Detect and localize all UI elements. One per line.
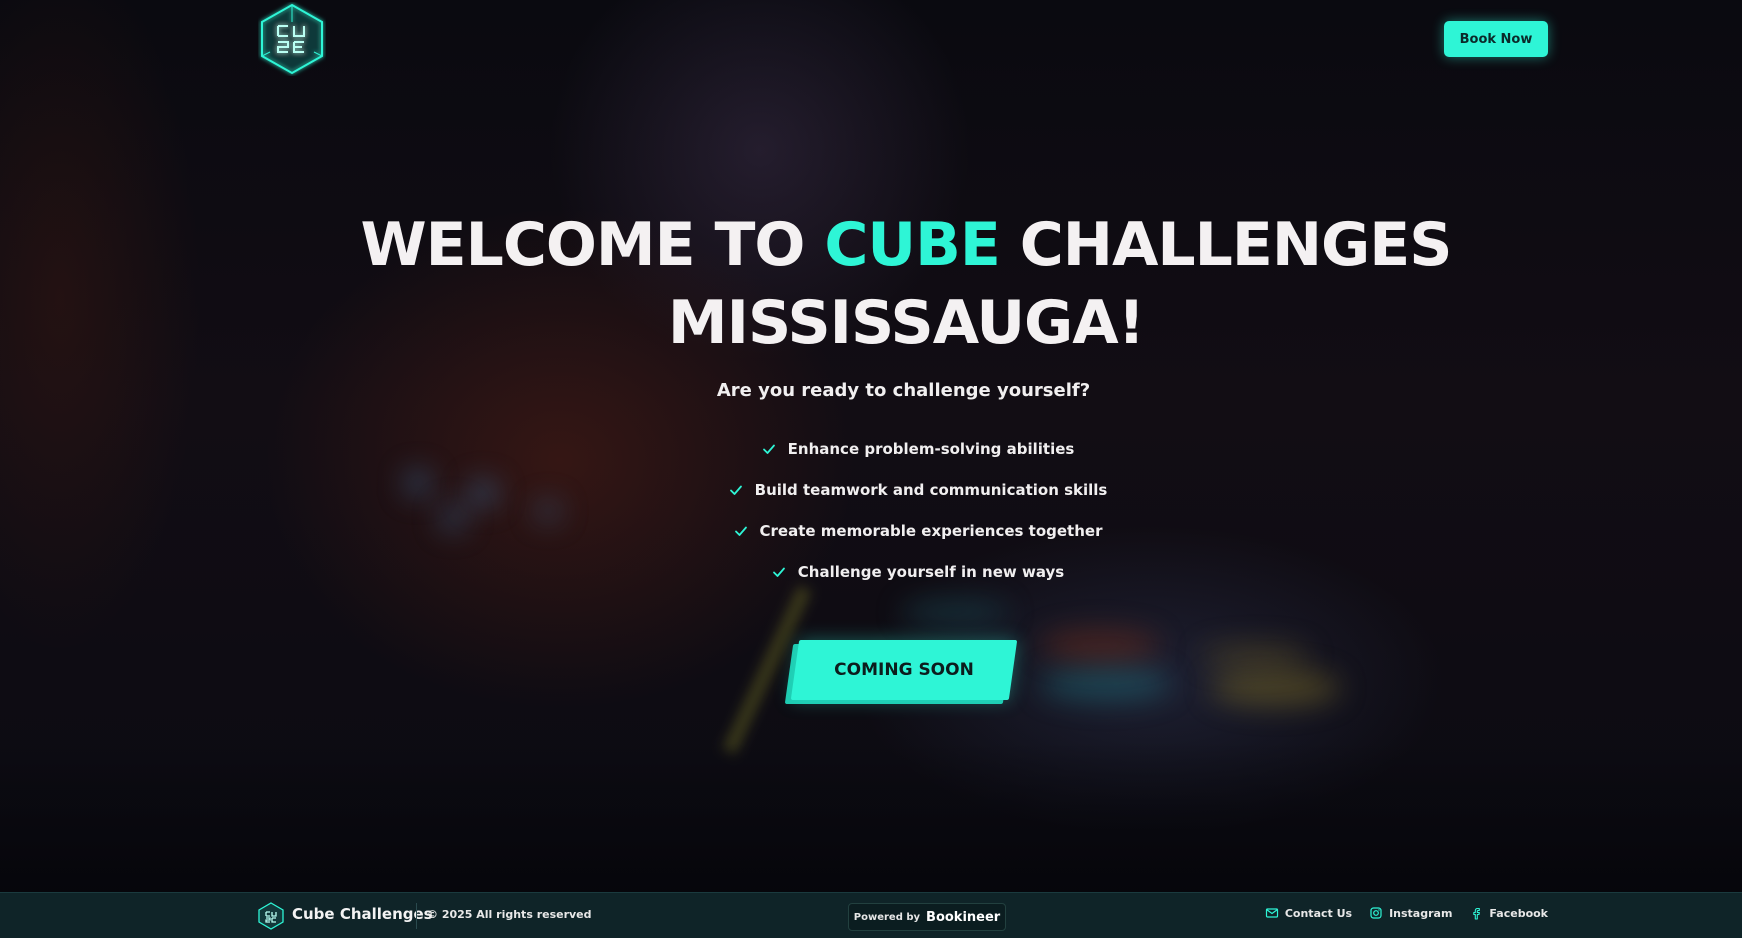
- check-icon: [729, 485, 742, 495]
- coming-soon-button[interactable]: COMING SOON: [784, 640, 1018, 704]
- cube-logo-icon[interactable]: [258, 902, 284, 930]
- footer-link-contact[interactable]: Contact Us: [1265, 906, 1352, 920]
- hero-title-accent: CUBE: [824, 210, 1000, 280]
- footer-links: Contact Us Instagram Facebook: [1265, 906, 1548, 920]
- instagram-icon: [1370, 907, 1382, 919]
- feature-text: Challenge yourself in new ways: [797, 563, 1065, 581]
- feature-text: Build teamwork and communication skills: [754, 481, 1108, 499]
- copyright-text: © 2025 All rights reserved: [427, 908, 592, 921]
- check-icon: [734, 526, 747, 536]
- hero-title-line1: WELCOME TO CUBE CHALLENGES: [360, 210, 1452, 280]
- footer: Cube Challenges © 2025 All rights reserv…: [0, 892, 1742, 938]
- feature-item: Enhance problem-solving abilities: [0, 440, 1742, 481]
- cube-logo-icon[interactable]: [258, 2, 326, 76]
- footer-divider: [416, 903, 417, 929]
- powered-by-brand: Bookineer: [926, 909, 1001, 925]
- check-icon: [762, 444, 775, 454]
- hero-subtitle: Are you ready to challenge yourself?: [716, 380, 1091, 401]
- facebook-icon: [1473, 907, 1481, 920]
- powered-by-badge[interactable]: Powered by Bookineer: [848, 903, 1006, 931]
- powered-by-prefix: Powered by: [853, 911, 921, 923]
- hero-title: WELCOME TO CUBE CHALLENGES MISSISSAUGA!: [0, 206, 1742, 362]
- feature-list: Enhance problem-solving abilities Build …: [0, 440, 1742, 604]
- feature-item: Challenge yourself in new ways: [0, 563, 1742, 604]
- book-now-button[interactable]: Book Now: [1444, 21, 1548, 57]
- feature-text: Enhance problem-solving abilities: [787, 440, 1075, 458]
- coming-soon-label: COMING SOON: [834, 660, 974, 680]
- mail-icon: [1265, 908, 1278, 918]
- feature-item: Create memorable experiences together: [0, 522, 1742, 563]
- check-icon: [772, 567, 785, 577]
- footer-link-facebook[interactable]: Facebook: [1469, 906, 1548, 920]
- hero-title-line2: MISSISSAUGA!: [667, 288, 1145, 358]
- feature-item: Build teamwork and communication skills: [0, 481, 1742, 522]
- feature-text: Create memorable experiences together: [759, 522, 1103, 540]
- footer-brand: Cube Challenges: [292, 905, 433, 923]
- footer-link-instagram[interactable]: Instagram: [1369, 906, 1452, 920]
